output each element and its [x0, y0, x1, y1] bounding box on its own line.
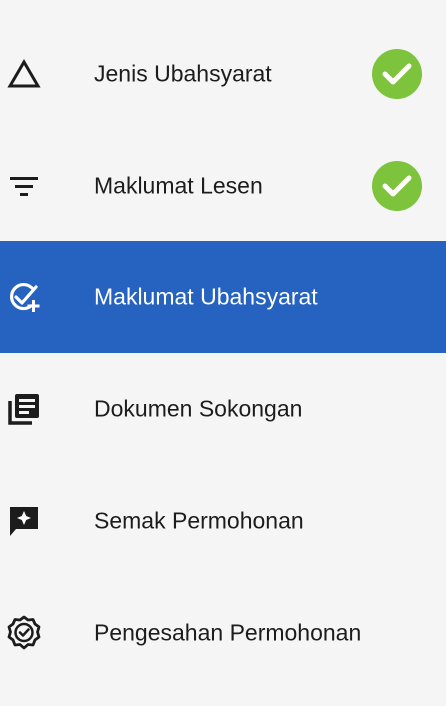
check-add-icon — [6, 279, 42, 315]
triangle-outline-icon — [6, 56, 42, 92]
step-label: Maklumat Ubahsyarat — [94, 283, 318, 310]
library-books-icon — [6, 391, 42, 427]
step-label: Pengesahan Permohonan — [94, 619, 362, 646]
step-item-jenis-ubahsyarat[interactable]: Jenis Ubahsyarat — [0, 18, 446, 130]
review-star-icon — [6, 503, 42, 539]
check-circle-icon — [372, 49, 422, 99]
step-item-maklumat-ubahsyarat[interactable]: Maklumat Ubahsyarat — [0, 241, 446, 353]
filter-icon — [6, 168, 42, 204]
step-label: Dokumen Sokongan — [94, 395, 303, 422]
step-menu: Jenis Ubahsyarat Maklumat Lesen Maklumat… — [0, 0, 446, 706]
step-label: Maklumat Lesen — [94, 172, 263, 199]
step-item-semak-permohonan[interactable]: Semak Permohonan — [0, 465, 446, 577]
check-circle-icon — [372, 161, 422, 211]
verified-badge-icon — [6, 615, 42, 651]
step-label: Semak Permohonan — [94, 507, 304, 534]
step-item-maklumat-lesen[interactable]: Maklumat Lesen — [0, 130, 446, 242]
step-label: Jenis Ubahsyarat — [94, 60, 272, 87]
step-item-pengesahan-permohonan[interactable]: Pengesahan Permohonan — [0, 577, 446, 689]
step-item-dokumen-sokongan[interactable]: Dokumen Sokongan — [0, 353, 446, 465]
